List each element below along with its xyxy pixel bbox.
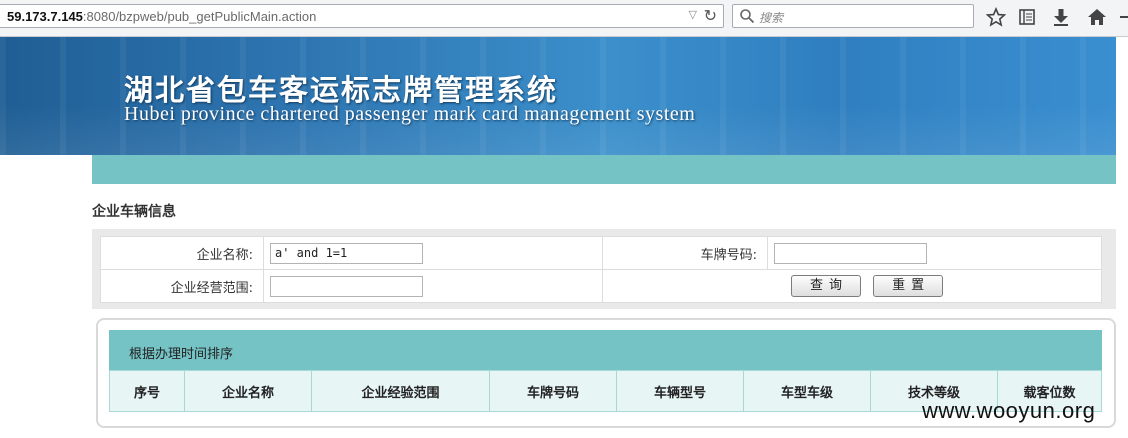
company-name-label: 企业名称: bbox=[100, 236, 264, 270]
home-icon[interactable] bbox=[1087, 7, 1107, 27]
business-scope-input[interactable] bbox=[270, 275, 423, 297]
column-header: 序号 bbox=[109, 370, 185, 412]
search-placeholder: 搜索 bbox=[759, 11, 784, 25]
plate-number-cell bbox=[767, 236, 1102, 270]
page-edge bbox=[1116, 37, 1128, 438]
watermark: www.wooyun.org bbox=[922, 398, 1096, 423]
business-scope-label: 企业经营范围: bbox=[100, 269, 264, 303]
url-path: :8080/bzpweb/pub_getPublicMain.action bbox=[82, 9, 317, 24]
address-text[interactable]: 59.173.7.145:8080/bzpweb/pub_getPublicMa… bbox=[7, 9, 316, 24]
search-box[interactable]: 搜索 bbox=[732, 4, 974, 28]
browser-toolbar: 59.173.7.145:8080/bzpweb/pub_getPublicMa… bbox=[0, 0, 1128, 37]
column-header: 车牌号码 bbox=[489, 370, 617, 412]
results-header: 根据办理时间排序 bbox=[109, 330, 1102, 370]
bookmark-star-icon[interactable] bbox=[986, 7, 1006, 27]
more-tools-icon[interactable] bbox=[1118, 7, 1128, 27]
url-host: 59.173.7.145 bbox=[7, 9, 83, 24]
form-actions: 查询 重置 bbox=[602, 269, 1102, 303]
query-button[interactable]: 查询 bbox=[791, 275, 862, 297]
site-title-en: Hubei province chartered passenger mark … bbox=[124, 103, 696, 125]
sort-by-time-label: 根据办理时间排序 bbox=[129, 347, 234, 362]
search-form: 企业名称: 车牌号码: 企业经营范围: 查询 重置 bbox=[92, 229, 1116, 309]
search-form-table: 企业名称: 车牌号码: 企业经营范围: 查询 重置 bbox=[100, 236, 1102, 303]
column-header: 企业名称 bbox=[184, 370, 312, 412]
reset-button[interactable]: 重置 bbox=[873, 275, 944, 297]
download-icon[interactable] bbox=[1051, 7, 1071, 27]
reading-list-icon[interactable] bbox=[1017, 7, 1037, 27]
address-bar[interactable]: 59.173.7.145:8080/bzpweb/pub_getPublicMa… bbox=[0, 4, 724, 28]
column-header: 企业经验范围 bbox=[311, 370, 490, 412]
plate-number-input[interactable] bbox=[774, 242, 927, 264]
reload-icon[interactable]: ↻ bbox=[704, 6, 717, 25]
history-dropdown-icon[interactable]: ▽ bbox=[689, 8, 697, 21]
page-title: 企业车辆信息 bbox=[92, 204, 176, 220]
column-header: 车型车级 bbox=[743, 370, 871, 412]
plate-number-label: 车牌号码: bbox=[602, 236, 768, 270]
column-header: 车辆型号 bbox=[616, 370, 744, 412]
nav-bar bbox=[92, 155, 1116, 184]
site-banner: 湖北省包车客运标志牌管理系统 Hubei province chartered … bbox=[0, 37, 1116, 155]
company-name-cell bbox=[263, 236, 603, 270]
business-scope-cell bbox=[263, 269, 603, 303]
search-icon bbox=[740, 9, 755, 24]
company-name-input[interactable] bbox=[270, 242, 423, 264]
